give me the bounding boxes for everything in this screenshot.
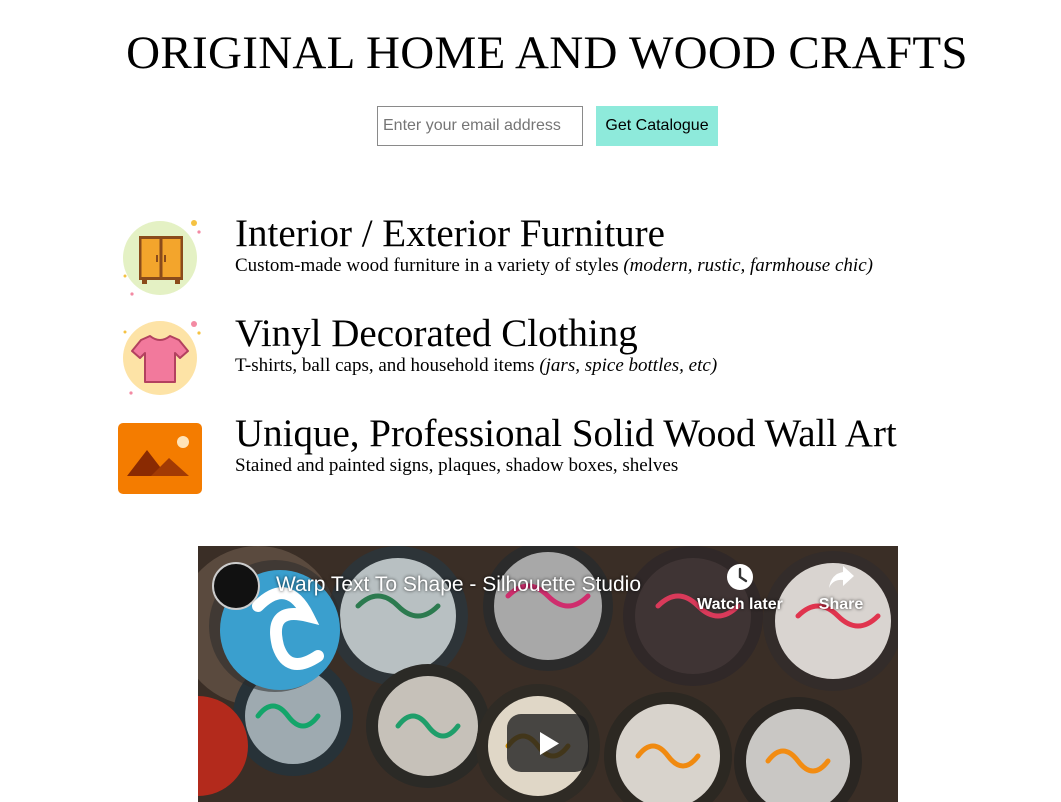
play-icon: [540, 732, 559, 755]
share-label: Share: [818, 596, 864, 613]
page-title: ORIGINAL HOME AND WOOD CRAFTS: [126, 27, 968, 79]
play-button[interactable]: [507, 714, 589, 772]
feature-title: Vinyl Decorated Clothing: [235, 312, 638, 355]
feature-title: Interior / Exterior Furniture: [235, 212, 665, 255]
feature-clothing: Vinyl Decorated Clothing T-shirts, ball …: [117, 314, 1017, 404]
feature-wall-art: Unique, Professional Solid Wood Wall Art…: [117, 414, 1017, 504]
share-icon: [829, 566, 854, 588]
image-icon: [118, 423, 202, 494]
share-button[interactable]: Share: [793, 562, 889, 614]
wardrobe-icon: [123, 220, 201, 296]
watch-later-button[interactable]: Watch later: [692, 562, 788, 614]
feature-description: Custom-made wood furniture in a variety …: [235, 255, 873, 276]
clock-icon: [727, 564, 753, 590]
video-embed[interactable]: Warp Text To Shape - Silhouette Studio W…: [198, 546, 898, 802]
feature-furniture: Interior / Exterior Furniture Custom-mad…: [117, 214, 1017, 304]
feature-description: Stained and painted signs, plaques, shad…: [235, 455, 679, 476]
get-catalogue-button[interactable]: Get Catalogue: [596, 106, 718, 146]
feature-description-note: (modern, rustic, farmhouse chic): [623, 255, 873, 276]
email-input[interactable]: [377, 106, 583, 146]
feature-title: Unique, Professional Solid Wood Wall Art: [235, 412, 897, 455]
channel-avatar[interactable]: [212, 562, 260, 610]
tshirt-icon: [123, 321, 201, 395]
watch-later-label: Watch later: [697, 596, 783, 613]
video-title[interactable]: Warp Text To Shape - Silhouette Studio: [276, 573, 641, 597]
feature-description-note: (jars, spice bottles, etc): [539, 355, 718, 376]
feature-description: T-shirts, ball caps, and household items…: [235, 355, 718, 376]
